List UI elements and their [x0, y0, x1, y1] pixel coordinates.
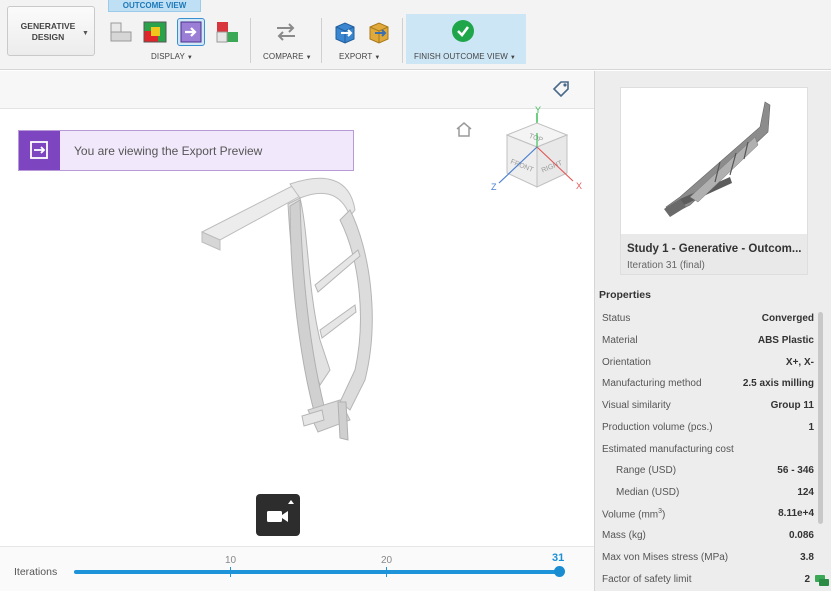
outcome-subtitle: Iteration 31 (final) [627, 260, 705, 271]
toolbar-divider [402, 18, 403, 63]
property-row-max-stress: Max von Mises stress (MPa) 3.8 [602, 552, 814, 563]
toolbar-divider [321, 18, 322, 63]
export-group-label[interactable]: EXPORT ▼ [339, 52, 380, 61]
property-row-estimated-cost: Estimated manufacturing cost [602, 444, 734, 455]
axis-label-x: X [576, 181, 582, 191]
export-preview-banner: You are viewing the Export Preview [18, 130, 354, 171]
axis-label-z: Z [491, 182, 497, 192]
chat-icon[interactable] [814, 574, 830, 588]
iterations-label: Iterations [14, 566, 58, 578]
property-row-manufacturing-method: Manufacturing method 2.5 axis milling [602, 378, 814, 389]
export-arrow-icon [19, 131, 60, 170]
tag-icon[interactable] [550, 78, 572, 100]
track-tick [230, 567, 231, 577]
property-row-cost-range: Range (USD) 56 - 346 [616, 465, 814, 476]
property-row-cost-median: Median (USD) 124 [616, 487, 814, 498]
check-circle-icon[interactable] [452, 20, 474, 42]
workspace-switcher-button[interactable]: GENERATIVE DESIGN ▼ [7, 6, 95, 56]
toolbar-divider [250, 18, 251, 63]
chevron-down-icon: ▼ [82, 30, 89, 37]
viewcube[interactable]: Y TOP FRONT RIGHT X Z [485, 105, 590, 205]
generative-model-preview[interactable] [190, 170, 390, 445]
iterations-slider-thumb[interactable] [554, 566, 565, 577]
display-group-label[interactable]: DISPLAY ▼ [151, 52, 193, 61]
viewport-subbar [0, 71, 594, 109]
properties-heading: Properties [599, 289, 651, 301]
export-cube-blue-icon[interactable] [332, 19, 358, 45]
compare-arrows-icon[interactable] [273, 19, 299, 45]
camera-record-button[interactable] [256, 494, 300, 536]
color-block-icon[interactable] [214, 19, 240, 45]
property-row-orientation: Orientation X+, X- [602, 357, 814, 368]
export-preview-icon[interactable] [177, 18, 205, 46]
export-cube-gold-icon[interactable] [366, 19, 392, 45]
tab-outcome-view[interactable]: OUTCOME VIEW [108, 0, 201, 12]
finish-group-label[interactable]: FINISH OUTCOME VIEW ▼ [414, 52, 516, 61]
property-row-mass: Mass (kg) 0.086 [602, 530, 814, 541]
property-row-safety-factor: Factor of safety limit 2 [602, 574, 810, 585]
home-icon[interactable] [454, 120, 474, 138]
iterations-track[interactable] [74, 570, 560, 574]
banner-text: You are viewing the Export Preview [74, 144, 263, 158]
current-iteration-label: 31 [552, 552, 565, 564]
outcome-title: Study 1 - Generative - Outcom... [627, 243, 802, 255]
outcome-thumbnail[interactable] [620, 87, 808, 234]
stress-color-icon[interactable] [142, 19, 168, 45]
properties-scrollbar[interactable] [818, 312, 823, 524]
compare-group-label[interactable]: COMPARE ▼ [263, 52, 312, 61]
tick-label: 20 [381, 555, 393, 566]
toolbar: GENERATIVE DESIGN ▼ OUTCOME VIEW DISPLAY… [0, 0, 831, 70]
property-row-volume: Volume (mm3) 8.11e+4 [602, 508, 814, 521]
property-row-production-volume: Production volume (pcs.) 1 [602, 422, 814, 433]
iterations-slider-bar [0, 546, 594, 591]
track-tick [386, 567, 387, 577]
layer-blocks-icon[interactable] [108, 19, 134, 45]
property-row-visual-similarity: Visual similarity Group 11 [602, 400, 814, 411]
axis-label-y: Y [535, 105, 541, 115]
tick-label: 10 [225, 555, 237, 566]
property-row-status: Status Converged [602, 313, 814, 324]
workspace-label: GENERATIVE DESIGN [20, 21, 76, 42]
property-row-material: Material ABS Plastic [602, 335, 814, 346]
